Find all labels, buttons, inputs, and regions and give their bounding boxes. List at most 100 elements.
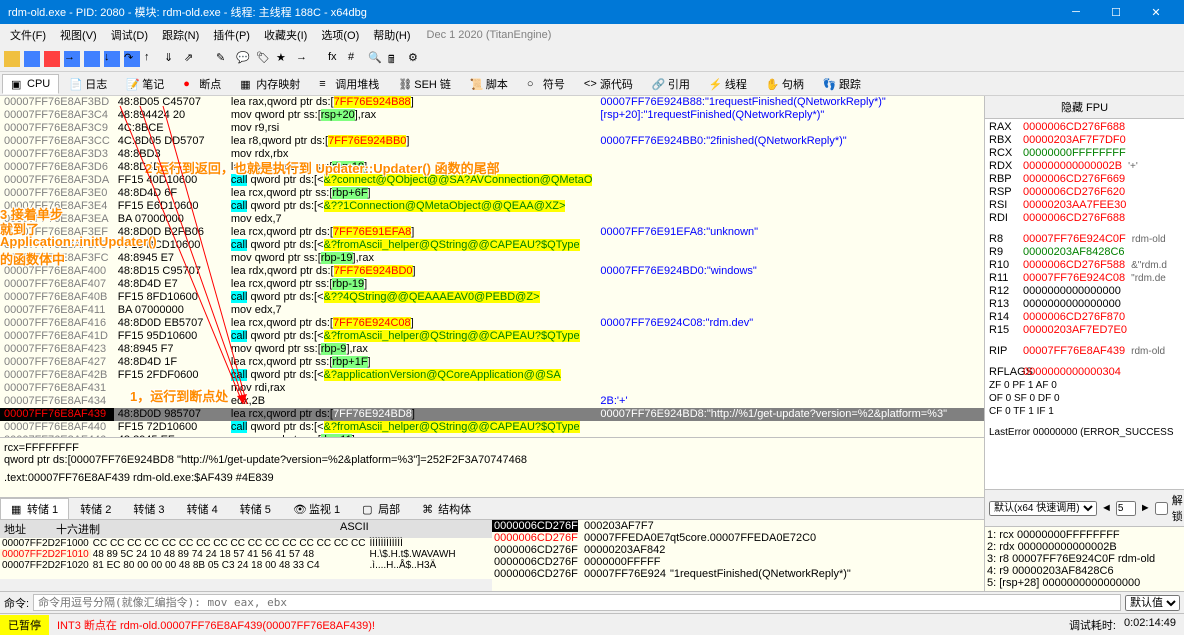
menu-trace[interactable]: 跟踪(N) <box>156 25 205 45</box>
disasm-row[interactable]: 00007FF76E8AF3BD48:8D05 C45707lea rax,qw… <box>0 96 984 109</box>
menu-options[interactable]: 选项(O) <box>315 25 365 45</box>
call-arg-row[interactable]: 2: rdx 000000000000002B <box>987 541 1182 553</box>
menu-file[interactable]: 文件(F) <box>4 25 52 45</box>
disasm-row[interactable]: 00007FF76E8AF3CC4C:8D05 DD5707lea r8,qwo… <box>0 135 984 148</box>
call-convention-select[interactable]: 默认(x64 快速调用) <box>989 501 1097 516</box>
menu-help[interactable]: 帮助(H) <box>367 25 416 45</box>
disasm-row[interactable]: 00007FF76E8AF42748:8D4D 1Flea rcx,qword … <box>0 356 984 369</box>
dump-row[interactable]: 00007FF2D2F1000CC CC CC CC CC CC CC CC C… <box>0 538 458 549</box>
tab-trace[interactable]: 👣跟踪 <box>814 72 870 96</box>
tab-callstack[interactable]: ≡调用堆栈 <box>310 72 388 96</box>
label-icon[interactable]: 🏷 <box>256 51 272 67</box>
menu-fav[interactable]: 收藏夹(I) <box>258 25 313 45</box>
disasm-row[interactable]: 00007FF76E8AF3DAFF15 40D10600call qword … <box>0 174 984 187</box>
register-row[interactable]: R130000000000000000 <box>989 298 1180 311</box>
disasm-row[interactable]: 00007FF76E8AF3C94C:8BCEmov r9,rsi <box>0 122 984 135</box>
tab-cpu[interactable]: ▣CPU <box>2 74 59 94</box>
register-row[interactable]: R140000006CD276F870 <box>989 311 1180 324</box>
search-icon[interactable]: 🔍 <box>368 51 384 67</box>
settings-icon[interactable]: ⚙ <box>408 51 424 67</box>
disasm-row[interactable]: 00007FF76E8AF40BFF15 8FD10600call qword … <box>0 291 984 304</box>
minimize-button[interactable]: ─ <box>1056 0 1096 24</box>
open-icon[interactable] <box>4 51 20 67</box>
disasm-row[interactable]: 00007FF76E8AF40748:8D4D E7lea rcx,qword … <box>0 278 984 291</box>
disasm-row[interactable]: 00007FF76E8AF411BA 07000000mov edx,7 <box>0 304 984 317</box>
disasm-row[interactable]: 00007FF76E8AF3D648:8D4D E7lea rcx,qword … <box>0 161 984 174</box>
step-into-icon[interactable]: ↓ <box>104 51 120 67</box>
arg-count-input[interactable] <box>1116 501 1136 516</box>
restart-icon[interactable] <box>24 51 40 67</box>
nav-right-icon[interactable]: ► <box>1140 502 1151 514</box>
disassembly-view[interactable]: 2 运行到返回，也就是执行到 Updater::Updater() 函数的尾部 … <box>0 96 984 437</box>
tab-threads[interactable]: ⚡线程 <box>700 72 756 96</box>
unlock-checkbox[interactable] <box>1155 502 1168 515</box>
tab-watch-1[interactable]: 👁监视 1 <box>282 498 351 520</box>
register-row[interactable]: RAX0000006CD276F688 <box>989 121 1180 134</box>
register-row[interactable]: R900000203AF8428C6 <box>989 246 1180 259</box>
disasm-row[interactable]: 00007FF76E8AF3C448:894424 20mov qword pt… <box>0 109 984 122</box>
fx-icon[interactable]: fx <box>328 51 344 67</box>
command-input[interactable] <box>33 594 1121 611</box>
menu-debug[interactable]: 调试(D) <box>105 25 154 45</box>
dump-row[interactable]: 00007FF2D2F101048 89 5C 24 10 48 89 74 2… <box>0 549 458 560</box>
register-row[interactable]: RBX00000203AF7F7DF0 <box>989 134 1180 147</box>
menu-plugin[interactable]: 插件(P) <box>207 25 256 45</box>
tab-handles[interactable]: ✋句柄 <box>757 72 813 96</box>
tab-script[interactable]: 📜脚本 <box>461 72 517 96</box>
call-arg-row[interactable]: 3: r8 00007FF76E924C0F rdm-old <box>987 553 1182 565</box>
disasm-row[interactable]: 00007FF76E8AF3FC48:8945 E7mov qword ptr … <box>0 252 984 265</box>
tab-refs[interactable]: 🔗引用 <box>643 72 699 96</box>
dump-view[interactable]: 地址 十六进制 ASCII 00007FF2D2F1000CC CC CC CC… <box>0 519 492 579</box>
trace-over-icon[interactable]: ⇗ <box>184 51 200 67</box>
disasm-row[interactable]: 00007FF76E8AF3EF48:8D0D B2FB06lea rcx,qw… <box>0 226 984 239</box>
run-icon[interactable]: → <box>64 51 80 67</box>
registers-view[interactable]: RAX0000006CD276F688RBX00000203AF7F7DF0RC… <box>985 119 1184 489</box>
disasm-row[interactable]: 00007FF76E8AF3EABA 07000000mov edx,7 <box>0 213 984 226</box>
register-row[interactable]: R100000006CD276F588&"rdm.d <box>989 259 1180 272</box>
register-row[interactable]: RSP0000006CD276F620 <box>989 186 1180 199</box>
close-button[interactable]: ✕ <box>1136 0 1176 24</box>
tab-struct[interactable]: ⌘结构体 <box>411 498 482 520</box>
disasm-row[interactable]: 00007FF76E8AF3E4FF15 E6D10600call qword … <box>0 200 984 213</box>
disasm-row[interactable]: 00007FF76E8AF41DFF15 95D10600call qword … <box>0 330 984 343</box>
dump-row[interactable]: 00007FF2D2F102081 EC 80 00 00 00 48 8B 0… <box>0 560 458 571</box>
disasm-row[interactable]: 00007FF76E8AF42BFF15 2FDF0600call qword … <box>0 369 984 382</box>
tab-seh[interactable]: ⛓SEH 链 <box>389 72 460 96</box>
tab-dump-3[interactable]: 转储 3 <box>122 498 175 520</box>
calc-icon[interactable]: 🖩 <box>388 51 404 67</box>
register-row[interactable]: RDX000000000000002B'+' <box>989 160 1180 173</box>
disasm-row[interactable]: 00007FF76E8AF40048:8D15 C95707lea rdx,qw… <box>0 265 984 278</box>
call-args-view[interactable]: 1: rcx 00000000FFFFFFFF2: rdx 0000000000… <box>985 527 1184 591</box>
tab-notes[interactable]: 📝笔记 <box>117 72 173 96</box>
disasm-row[interactable]: 00007FF76E8AF41648:8D0D EB5707lea rcx,qw… <box>0 317 984 330</box>
menu-view[interactable]: 视图(V) <box>54 25 103 45</box>
pause-icon[interactable] <box>84 51 100 67</box>
disasm-row[interactable]: 00007FF76E8AF434 edx,2B2B:'+' <box>0 395 984 408</box>
register-row[interactable]: R120000000000000000 <box>989 285 1180 298</box>
command-default-select[interactable]: 默认值 <box>1125 595 1180 611</box>
tab-symbols[interactable]: ○符号 <box>518 72 574 96</box>
disasm-row[interactable]: 00007FF76E8AF440FF15 72D10600call qword … <box>0 421 984 434</box>
disasm-row[interactable]: 00007FF76E8AF3D348:8BD3mov rdx,rbx <box>0 148 984 161</box>
maximize-button[interactable]: ☐ <box>1096 0 1136 24</box>
hash-icon[interactable]: # <box>348 51 364 67</box>
nav-left-icon[interactable]: ◄ <box>1101 502 1112 514</box>
comment-icon[interactable]: 💬 <box>236 51 252 67</box>
goto-icon[interactable]: → <box>296 51 312 67</box>
disasm-row[interactable]: 00007FF76E8AF44648:8945 EFmov qword ptr … <box>0 434 984 437</box>
register-row[interactable]: R1500000203AF7ED7E0 <box>989 324 1180 337</box>
tab-dump-1[interactable]: ▦转储 1 <box>0 498 69 520</box>
registers-header[interactable]: 隐藏 FPU <box>985 96 1184 119</box>
register-row[interactable]: RIP00007FF76E8AF439rdm-old <box>989 345 1180 358</box>
step-over-icon[interactable]: ↷ <box>124 51 140 67</box>
call-arg-row[interactable]: 5: [rsp+28] 0000000000000000 <box>987 577 1182 589</box>
tab-dump-5[interactable]: 转储 5 <box>229 498 282 520</box>
tab-memory[interactable]: ▦内存映射 <box>231 72 309 96</box>
disasm-row[interactable]: 00007FF76E8AF42348:8945 F7mov qword ptr … <box>0 343 984 356</box>
register-row[interactable]: RSI00000203AA7FEE30 <box>989 199 1180 212</box>
call-arg-row[interactable]: 4: r9 00000203AF8428C6 <box>987 565 1182 577</box>
call-arg-row[interactable]: 1: rcx 00000000FFFFFFFF <box>987 529 1182 541</box>
tab-source[interactable]: <>源代码 <box>575 72 642 96</box>
register-row[interactable]: RBP0000006CD276F669 <box>989 173 1180 186</box>
trace-into-icon[interactable]: ⇓ <box>164 51 180 67</box>
